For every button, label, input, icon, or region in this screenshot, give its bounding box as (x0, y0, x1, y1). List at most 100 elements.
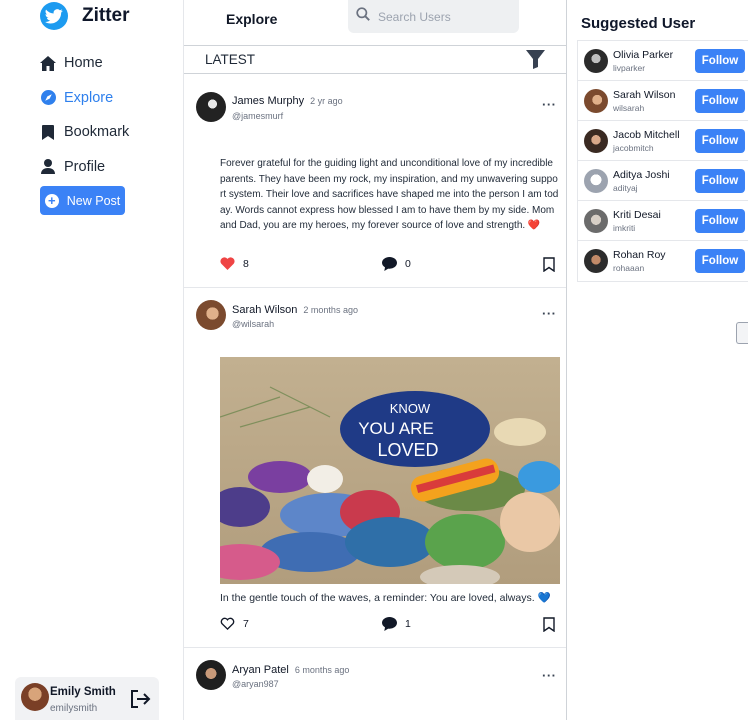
suggested-user-handle: wilsarah (613, 103, 645, 113)
suggested-title: Suggested User (581, 15, 696, 32)
suggested-user: Jacob Mitchell jacobmitch Follow (578, 121, 748, 161)
bookmark-outline-icon (543, 257, 555, 272)
comment-count: 1 (405, 618, 411, 630)
avatar[interactable] (584, 209, 608, 233)
follow-button[interactable]: Follow (695, 129, 745, 153)
nav-label-home: Home (64, 55, 103, 72)
filter-icon[interactable] (526, 50, 546, 70)
post-time: 2 months ago (303, 305, 358, 315)
post-handle: @aryan987 (232, 679, 279, 689)
scroll-edge-handle[interactable] (736, 322, 748, 344)
nav-label-explore: Explore (64, 89, 114, 106)
comment-icon (382, 617, 397, 631)
nav-item-bookmark[interactable]: Bookmark (40, 115, 129, 150)
like-count: 7 (243, 617, 249, 630)
app-logo[interactable]: Zitter (40, 2, 130, 30)
post-image[interactable]: KNOW YOU ARE LOVED (220, 357, 560, 584)
bookmark-post-button[interactable] (543, 617, 563, 632)
search-box[interactable] (348, 0, 519, 33)
suggested-user: Rohan Roy rohaaan Follow (578, 241, 748, 281)
nav-label-bookmark: Bookmark (64, 124, 130, 141)
post-actions: 8 0 (220, 257, 556, 275)
avatar[interactable] (584, 49, 608, 73)
suggested-panel: Suggested User Olivia Parker livparker F… (567, 0, 748, 720)
post-avatar[interactable] (196, 660, 226, 690)
bookmark-post-button[interactable] (543, 257, 563, 272)
bookmark-outline-icon (543, 617, 555, 632)
feed: Explore LATEST James Murphy 2 yr ago @jam… (183, 0, 567, 720)
post-time: 2 yr ago (310, 96, 343, 106)
suggested-user-name[interactable]: Olivia Parker (613, 49, 673, 61)
post-actions: 7 1 (220, 617, 556, 635)
suggested-user-name[interactable]: Jacob Mitchell (613, 129, 680, 141)
follow-button[interactable]: Follow (695, 169, 745, 193)
follow-button[interactable]: Follow (695, 49, 745, 73)
image-text-line: KNOW (390, 401, 431, 416)
post-item: Aryan Patel 6 months ago @aryan987 ··· (184, 649, 566, 720)
suggested-list: Olivia Parker livparker Follow Sarah Wil… (577, 40, 748, 282)
comment-button[interactable]: 0 (382, 257, 411, 271)
post-avatar[interactable] (196, 92, 226, 122)
more-options-icon[interactable]: ··· (542, 97, 557, 112)
bookmark-icon (40, 124, 56, 140)
follow-button[interactable]: Follow (695, 249, 745, 273)
section-label: LATEST (205, 52, 256, 67)
avatar[interactable] (584, 249, 608, 273)
suggested-user-name[interactable]: Kriti Desai (613, 209, 661, 221)
new-post-label: New Post (66, 193, 121, 208)
post-author[interactable]: James Murphy (232, 95, 304, 107)
post-author[interactable]: Aryan Patel (232, 664, 289, 676)
current-user-name: Emily Smith (50, 686, 116, 698)
post-avatar[interactable] (196, 300, 226, 330)
heart-outline-icon (220, 617, 235, 630)
like-button[interactable]: 8 (220, 257, 249, 270)
nav-item-profile[interactable]: Profile (40, 150, 129, 185)
home-icon (40, 55, 56, 71)
current-user-card[interactable]: Emily Smith emilysmith (15, 677, 159, 720)
suggested-user-name[interactable]: Sarah Wilson (613, 89, 675, 101)
left-sidebar: Zitter Home Explore Bookmark Profile + N… (0, 0, 183, 720)
suggested-user-handle: imkriti (613, 223, 636, 233)
suggested-user-handle: livparker (613, 63, 646, 73)
more-options-icon[interactable]: ··· (542, 306, 557, 321)
post-text: Forever grateful for the guiding light a… (220, 158, 559, 231)
post-item: Sarah Wilson 2 months ago @wilsarah ··· (184, 289, 566, 648)
plus-icon: + (44, 193, 59, 208)
avatar[interactable] (584, 129, 608, 153)
latest-bar: LATEST (184, 45, 566, 74)
search-input[interactable] (378, 9, 508, 24)
bird-icon (40, 2, 68, 30)
comment-button[interactable]: 1 (382, 617, 411, 631)
suggested-user: Aditya Joshi adityaj Follow (578, 161, 748, 201)
search-icon (356, 7, 370, 26)
new-post-button[interactable]: + New Post (40, 186, 125, 215)
suggested-user-handle: jacobmitch (613, 143, 654, 153)
avatar[interactable] (584, 89, 608, 113)
logout-icon[interactable] (129, 689, 151, 709)
compass-icon (40, 90, 56, 106)
post-author[interactable]: Sarah Wilson (232, 304, 297, 316)
nav-item-explore[interactable]: Explore (40, 81, 129, 116)
post-author-line: Aryan Patel 6 months ago (232, 664, 349, 676)
feed-header: Explore (184, 0, 566, 38)
nav-item-home[interactable]: Home (40, 46, 129, 81)
more-options-icon[interactable]: ··· (542, 668, 557, 683)
post-item: James Murphy 2 yr ago @jamesmurf ··· Fore… (184, 84, 566, 288)
suggested-user-name[interactable]: Rohan Roy (613, 249, 666, 261)
tab-explore[interactable]: Explore (226, 11, 277, 27)
heart-icon (220, 257, 235, 270)
suggested-user-handle: adityaj (613, 183, 638, 193)
post-author-line: James Murphy 2 yr ago (232, 95, 343, 107)
suggested-user: Sarah Wilson wilsarah Follow (578, 81, 748, 121)
post-text: In the gentle touch of the waves, a remi… (220, 592, 551, 604)
suggested-user-name[interactable]: Aditya Joshi (613, 169, 670, 181)
like-button[interactable]: 7 (220, 617, 249, 630)
follow-button[interactable]: Follow (695, 209, 745, 233)
suggested-user: Kriti Desai imkriti Follow (578, 201, 748, 241)
follow-button[interactable]: Follow (695, 89, 745, 113)
post-handle: @wilsarah (232, 319, 275, 329)
post-time: 6 months ago (294, 665, 350, 675)
avatar[interactable] (584, 169, 608, 193)
nav-label-profile: Profile (64, 158, 106, 175)
like-count: 8 (243, 257, 249, 270)
